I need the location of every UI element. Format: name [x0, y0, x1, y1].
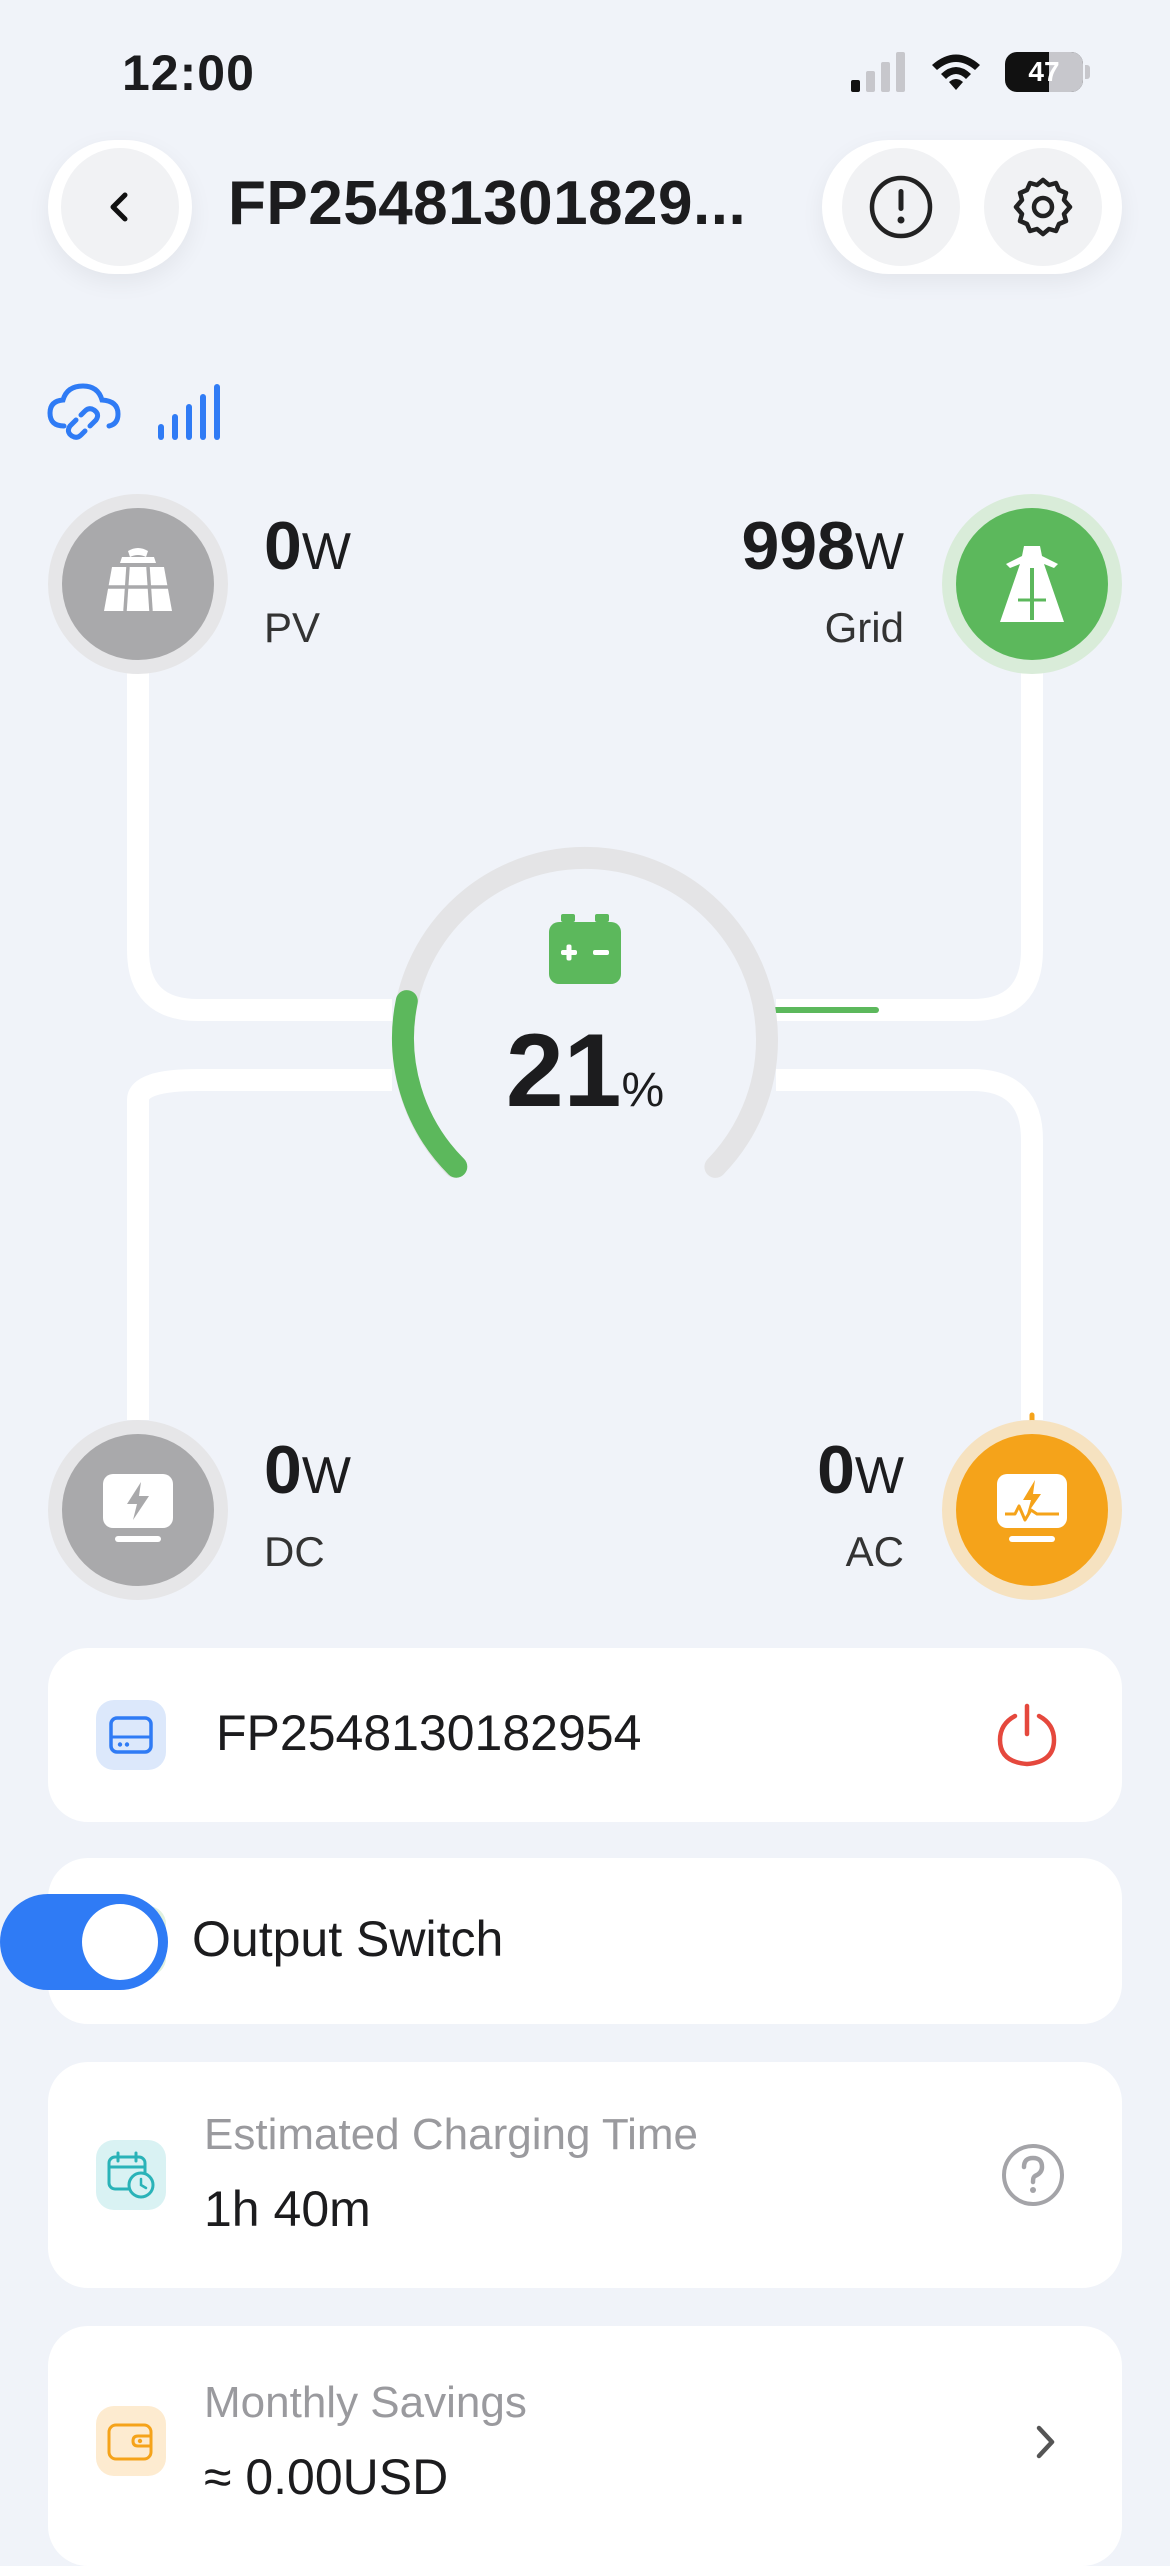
output-toggle[interactable] [0, 1894, 168, 1990]
pv-value: 0 [264, 508, 302, 584]
battery-center [485, 914, 685, 986]
ac-output-icon [997, 1474, 1067, 1542]
wallet-icon [96, 2406, 166, 2476]
status-time: 12:00 [122, 45, 255, 101]
charging-time-label: Estimated Charging Time [204, 2110, 698, 2159]
dc-output-icon [103, 1474, 173, 1542]
device-icon [96, 1700, 166, 1770]
dc-reading: 0W DC [264, 1436, 351, 1576]
monthly-savings-value: ≈ 0.00USD [204, 2449, 449, 2505]
grid-reading: 998W Grid [741, 512, 904, 652]
ac-value: 0 [817, 1432, 855, 1508]
pv-unit: W [301, 523, 351, 581]
battery-percent-unit: % [621, 1064, 665, 1117]
battery-percent-value: 21 [505, 1013, 622, 1129]
alert-button[interactable] [842, 148, 960, 266]
pv-node[interactable] [48, 494, 228, 674]
wifi-icon [932, 54, 980, 90]
signal-bars-icon [158, 384, 220, 440]
charging-time-card: Estimated Charging Time 1h 40m [48, 2062, 1122, 2288]
pv-label: PV [264, 604, 321, 651]
grid-unit: W [854, 523, 904, 581]
power-button[interactable] [994, 1702, 1060, 1773]
solar-panel-icon [104, 548, 172, 612]
power-tower-icon [1000, 546, 1064, 622]
grid-node[interactable] [942, 494, 1122, 674]
status-icons: 47 [851, 52, 1090, 92]
battery-icon: 47 [1005, 52, 1083, 92]
battery-icon [549, 914, 621, 984]
dc-value: 0 [264, 1432, 302, 1508]
page-title: FP25481301829... [228, 169, 747, 238]
cloud-link-icon [47, 383, 121, 440]
settings-button[interactable] [984, 148, 1102, 266]
gear-icon [1013, 177, 1073, 237]
back-button[interactable] [48, 140, 192, 274]
header-actions [822, 140, 1122, 274]
battery-percent: 21% [435, 1012, 735, 1131]
dc-label: DC [264, 1528, 325, 1575]
calendar-clock-icon [96, 2140, 166, 2210]
dc-node[interactable] [48, 1420, 228, 1600]
toggle-knob [82, 1904, 158, 1980]
output-switch-label: Output Switch [192, 1911, 504, 1967]
question-icon [1002, 2144, 1064, 2206]
chevron-left-icon [110, 192, 128, 222]
ac-reading: 0W AC [817, 1436, 904, 1576]
monthly-savings-label: Monthly Savings [204, 2378, 527, 2427]
ac-node[interactable] [942, 1420, 1122, 1600]
grid-value: 998 [741, 508, 855, 584]
alert-icon [869, 175, 933, 239]
monthly-savings-card[interactable]: Monthly Savings ≈ 0.00USD [48, 2326, 1122, 2566]
pv-reading: 0W PV [264, 512, 351, 652]
output-switch-card: Output Switch [0, 1858, 1122, 2024]
cellular-signal-icon [851, 52, 905, 92]
device-serial: FP2548130182954 [216, 1705, 642, 1761]
chevron-right-icon [1030, 2422, 1060, 2467]
charging-time-value: 1h 40m [204, 2181, 371, 2237]
connection-status [46, 380, 220, 442]
power-icon [997, 1703, 1057, 1767]
help-button[interactable] [1000, 2142, 1066, 2213]
ac-unit: W [854, 1447, 904, 1505]
battery-level: 47 [1028, 56, 1060, 87]
device-card: FP2548130182954 [48, 1648, 1122, 1822]
ac-label: AC [845, 1528, 904, 1575]
grid-label: Grid [824, 604, 904, 651]
dc-unit: W [301, 1447, 351, 1505]
